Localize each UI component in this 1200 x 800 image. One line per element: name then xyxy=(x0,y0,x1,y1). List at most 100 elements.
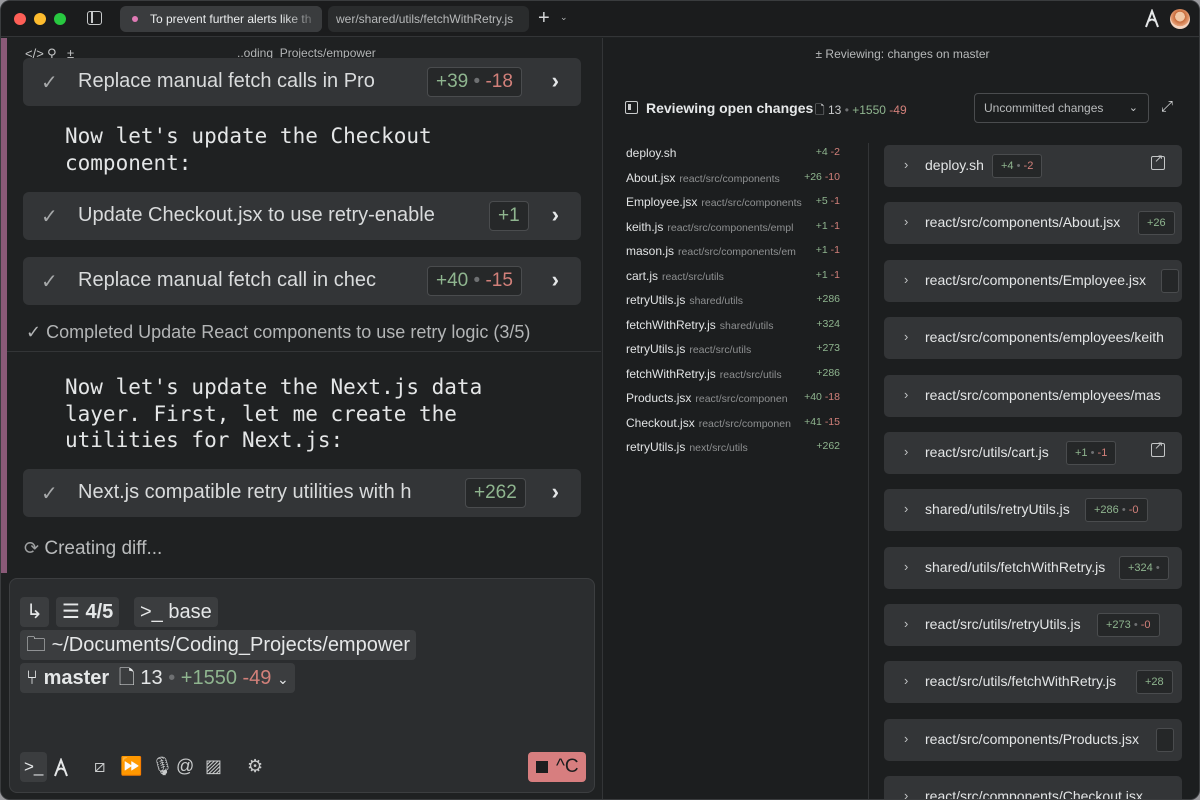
panel-icon[interactable] xyxy=(625,101,638,114)
list-item[interactable]: Checkout.jsx react/src/componen +41 -15 xyxy=(626,416,866,440)
fast-forward-icon[interactable]: ⏩ xyxy=(120,756,142,777)
list-item[interactable]: mason.js react/src/components/em +1 -1 xyxy=(626,244,866,268)
chevron-right-icon[interactable]: › xyxy=(904,559,908,574)
new-tab-icon[interactable]: + xyxy=(538,8,550,28)
agent-logo-icon[interactable] xyxy=(1144,9,1160,29)
task-card-text: Replace manual fetch call in chec xyxy=(78,269,408,292)
chevron-right-icon[interactable]: › xyxy=(904,673,908,688)
chevron-right-icon[interactable]: › xyxy=(904,616,908,631)
check-icon: ✓ xyxy=(41,206,58,228)
task-card[interactable]: ✓ Update Checkout.jsx to use retry-enabl… xyxy=(23,192,581,240)
list-item[interactable]: About.jsx react/src/components +26 -10 xyxy=(626,171,866,195)
env-chip[interactable]: >_ base xyxy=(134,597,218,627)
expand-icon[interactable]: ⤢ xyxy=(1161,98,1173,115)
list-item[interactable]: Employee.jsx react/src/components +5 -1 xyxy=(626,195,866,219)
diff-stat-badge: +286 • -0 xyxy=(1085,498,1148,522)
diff-stat-badge: +273 • -0 xyxy=(1097,613,1160,637)
file-diff-card[interactable]: › react/src/utils/cart.js +1 • -1 xyxy=(884,432,1182,474)
image-icon[interactable]: ▨ xyxy=(205,756,222,777)
task-card[interactable]: ✓ Replace manual fetch call in chec +40 … xyxy=(23,257,581,305)
stop-button[interactable]: ^C xyxy=(528,752,586,782)
zoom-window-button[interactable] xyxy=(54,13,66,25)
diff-icon: ± xyxy=(815,47,823,61)
file-diff-card[interactable]: › react/src/components/employees/keith xyxy=(884,317,1182,359)
list-item[interactable]: keith.js react/src/components/empl +1 -1 xyxy=(626,220,866,244)
chevron-down-icon: ⌄ xyxy=(276,671,289,687)
list-item[interactable]: Products.jsx react/src/componen +40 -18 xyxy=(626,391,866,415)
diff-stat-badge: +1 xyxy=(489,201,529,231)
file-diff-card[interactable]: › react/src/components/Checkout.jsx xyxy=(884,776,1182,799)
mention-icon[interactable]: @ xyxy=(176,756,194,777)
diff-stat-badge: +28 xyxy=(1136,670,1173,694)
slash-command-icon[interactable]: ⧄ xyxy=(94,756,105,777)
tab-active[interactable]: To prevent further alerts like th xyxy=(120,6,322,32)
review-stats: 🗋 13 • +1550 -49 xyxy=(815,103,907,117)
agent-mode-icon[interactable] xyxy=(52,758,70,778)
steps-chip[interactable]: ☰ 4/5 xyxy=(56,597,120,627)
conversation-pane: </> ⚲ ± ..oding_Projects/empower ✓ Repla… xyxy=(1,38,601,799)
git-branch-icon: ⑂ xyxy=(26,667,38,689)
user-avatar[interactable] xyxy=(1170,9,1190,29)
list-item[interactable]: retryUtils.js next/src/utils +262 xyxy=(626,440,866,464)
tab-menu-chevron-icon[interactable]: ⌄ xyxy=(560,12,568,23)
list-item[interactable]: retryUtils.js react/src/utils +273 xyxy=(626,342,866,366)
chevron-down-icon: ⌄ xyxy=(1128,102,1138,114)
task-card-text: Next.js compatible retry utilities with … xyxy=(78,481,446,504)
git-status-chip[interactable]: ⑂ master 🗋 13 • +1550 -49 ⌄ xyxy=(20,663,295,693)
file-diff-card[interactable]: › shared/utils/retryUtils.js +286 • -0 xyxy=(884,489,1182,531)
chevron-right-icon[interactable]: › xyxy=(904,501,908,516)
diff-stat-badge xyxy=(1156,728,1174,752)
chevron-right-icon[interactable]: › xyxy=(904,788,908,799)
check-icon: ✓ xyxy=(26,322,42,342)
list-item[interactable]: retryUtils.js shared/utils +286 xyxy=(626,293,866,317)
list-item[interactable]: deploy.sh +4 -2 xyxy=(626,146,866,170)
tab-file[interactable]: wer/shared/utils/fetchWithRetry.js xyxy=(328,6,529,32)
creating-diff-status: ⟳ Creating diff... xyxy=(24,538,163,559)
spinner-icon: ⟳ xyxy=(24,538,40,558)
file-diff-card[interactable]: › shared/utils/fetchWithRetry.js +324 • xyxy=(884,547,1182,589)
chevron-right-icon[interactable]: › xyxy=(552,68,559,94)
conversation-accent-bar xyxy=(1,38,7,573)
open-external-icon[interactable] xyxy=(1151,152,1165,170)
chevron-right-icon[interactable]: › xyxy=(904,731,908,746)
prompt-input-box[interactable]: ↳ ☰ 4/5 >_ base 🗀 ~/Documents/Coding_Pro… xyxy=(9,578,595,793)
diff-stat-badge: +324 • xyxy=(1119,556,1169,580)
close-window-button[interactable] xyxy=(14,13,26,25)
minimize-window-button[interactable] xyxy=(34,13,46,25)
file-diff-card[interactable]: › deploy.sh +4 • -2 xyxy=(884,145,1182,187)
list-item[interactable]: fetchWithRetry.js react/src/utils +286 xyxy=(626,367,866,391)
chevron-right-icon[interactable]: › xyxy=(552,202,559,228)
file-diff-card[interactable]: › react/src/components/employees/mas xyxy=(884,375,1182,417)
review-title: Reviewing open changes xyxy=(646,100,814,116)
reply-arrow-icon[interactable]: ↳ xyxy=(20,597,49,627)
chevron-right-icon[interactable]: › xyxy=(552,267,559,293)
file-icon: 🗋 xyxy=(815,103,825,117)
list-item[interactable]: fetchWithRetry.js shared/utils +324 xyxy=(626,318,866,342)
assistant-message: Now let's update the Next.js data layer.… xyxy=(65,375,483,452)
chevron-right-icon[interactable]: › xyxy=(552,479,559,505)
list-item[interactable]: cart.js react/src/utils +1 -1 xyxy=(626,269,866,293)
file-diff-card[interactable]: › react/src/components/About.jsx +26 xyxy=(884,202,1182,244)
task-card[interactable]: ✓ Next.js compatible retry utilities wit… xyxy=(23,469,581,517)
model-brain-icon[interactable]: ⚙ xyxy=(247,756,263,777)
chevron-right-icon[interactable]: › xyxy=(904,272,908,287)
task-card[interactable]: ✓ Replace manual fetch calls in Pro +39 … xyxy=(23,58,581,106)
chevron-right-icon[interactable]: › xyxy=(904,329,908,344)
file-diff-card[interactable]: › react/src/utils/fetchWithRetry.js +28 xyxy=(884,661,1182,703)
chevron-right-icon[interactable]: › xyxy=(904,214,908,229)
cwd-chip[interactable]: 🗀 ~/Documents/Coding_Projects/empower xyxy=(20,630,417,660)
changes-scope-dropdown[interactable]: Uncommitted changes ⌄ xyxy=(974,93,1149,123)
folder-icon: 🗀 xyxy=(26,634,46,656)
chevron-right-icon[interactable]: › xyxy=(904,444,908,459)
open-external-icon[interactable] xyxy=(1151,439,1165,457)
chevron-right-icon[interactable]: › xyxy=(904,157,908,172)
chevron-right-icon[interactable]: › xyxy=(904,387,908,402)
diff-stat-badge: +4 • -2 xyxy=(992,154,1043,178)
microphone-icon[interactable]: 🎙 xyxy=(151,756,174,777)
file-diff-card[interactable]: › react/src/components/Products.jsx xyxy=(884,719,1182,761)
sidebar-toggle-icon[interactable] xyxy=(87,11,102,25)
diff-stat-badge xyxy=(1161,269,1179,293)
terminal-mode-button[interactable]: >_ xyxy=(20,752,48,782)
file-diff-card[interactable]: › react/src/utils/retryUtils.js +273 • -… xyxy=(884,604,1182,646)
file-diff-card[interactable]: › react/src/components/Employee.jsx xyxy=(884,260,1182,302)
